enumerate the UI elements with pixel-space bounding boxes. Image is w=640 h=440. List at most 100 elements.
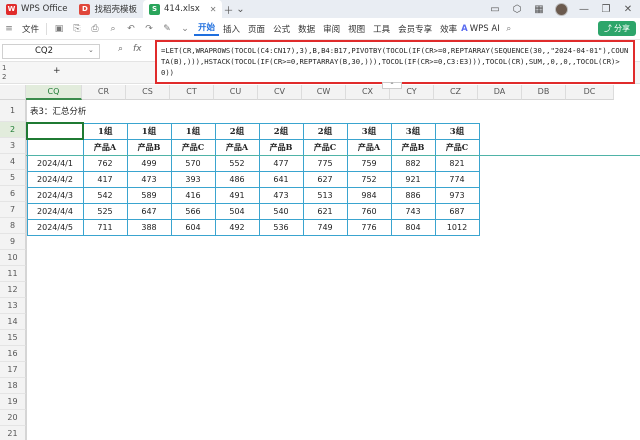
export-icon[interactable]: ⎘ xyxy=(70,22,84,36)
table-cell[interactable]: 621 xyxy=(302,202,348,220)
row-header-17[interactable]: 17 xyxy=(0,362,26,378)
table-cell[interactable]: 492 xyxy=(214,218,260,236)
menu-review[interactable]: 审阅 xyxy=(319,23,344,35)
row-header-13[interactable]: 13 xyxy=(0,298,26,314)
table-cell[interactable]: 3组 xyxy=(434,122,480,140)
tab-wps-office[interactable]: W WPS Office xyxy=(0,0,73,18)
search-icon[interactable]: ⌕ xyxy=(502,22,516,36)
column-header-db[interactable]: DB xyxy=(522,85,566,100)
table-cell[interactable]: 775 xyxy=(302,154,348,172)
table-cell[interactable]: 产品C xyxy=(302,138,348,156)
table-cell[interactable]: 752 xyxy=(346,170,392,188)
menu-data[interactable]: 数据 xyxy=(294,23,319,35)
row-header-12[interactable]: 12 xyxy=(0,282,26,298)
table-cell[interactable]: 886 xyxy=(390,186,436,204)
active-cell[interactable] xyxy=(26,122,84,140)
table-cell[interactable]: 525 xyxy=(82,202,128,220)
wps-ai-button[interactable]: A WPS AI xyxy=(461,24,500,34)
share-button[interactable]: ⤴ 分享 xyxy=(598,21,636,36)
name-box[interactable]: CQ2 xyxy=(2,44,100,59)
menu-insert[interactable]: 插入 xyxy=(219,23,244,35)
table-cell[interactable]: 2组 xyxy=(214,122,260,140)
table-cell[interactable]: 2024/4/4 xyxy=(26,202,84,220)
column-header-ct[interactable]: CT xyxy=(170,85,214,100)
outline-level-1[interactable]: 1 xyxy=(2,64,6,72)
tablet-icon[interactable]: ▭ xyxy=(489,4,501,15)
table-cell[interactable]: 762 xyxy=(82,154,128,172)
skin-icon[interactable]: ⬡ xyxy=(511,4,523,15)
format-painter-icon[interactable]: ✎ xyxy=(160,22,174,36)
collapse-formula-icon[interactable]: ⌃ xyxy=(382,82,402,89)
table-cell[interactable]: 473 xyxy=(126,170,172,188)
table-cell[interactable]: 1组 xyxy=(82,122,128,140)
column-header-da[interactable]: DA xyxy=(478,85,522,100)
table-cell[interactable]: 486 xyxy=(214,170,260,188)
table-cell[interactable]: 711 xyxy=(82,218,128,236)
column-header-dc[interactable]: DC xyxy=(566,85,614,100)
table-cell[interactable]: 产品A xyxy=(82,138,128,156)
menu-formula[interactable]: 公式 xyxy=(269,23,294,35)
table-cell[interactable]: 473 xyxy=(258,186,304,204)
table-cell[interactable]: 647 xyxy=(126,202,172,220)
table-cell[interactable]: 2024/4/2 xyxy=(26,170,84,188)
close-tab-icon[interactable]: ✕ xyxy=(210,5,217,14)
table-cell[interactable]: 416 xyxy=(170,186,216,204)
expand-group-icon[interactable]: + xyxy=(53,66,61,76)
table-cell[interactable]: 776 xyxy=(346,218,392,236)
row-header-10[interactable]: 10 xyxy=(0,250,26,266)
row-header-21[interactable]: 21 xyxy=(0,426,26,440)
menu-member[interactable]: 会员专享 xyxy=(394,23,436,35)
table-cell[interactable]: 504 xyxy=(214,202,260,220)
table-cell[interactable]: 759 xyxy=(346,154,392,172)
table-cell[interactable]: 499 xyxy=(126,154,172,172)
table-cell[interactable]: 589 xyxy=(126,186,172,204)
column-header-cw[interactable]: CW xyxy=(302,85,346,100)
table-cell[interactable]: 2组 xyxy=(258,122,304,140)
table-cell[interactable]: 566 xyxy=(170,202,216,220)
chevron-down-icon[interactable]: ⌄ xyxy=(178,22,192,36)
redo-icon[interactable]: ↷ xyxy=(142,22,156,36)
table-cell[interactable]: 627 xyxy=(302,170,348,188)
table-cell[interactable]: 产品B xyxy=(390,138,436,156)
table-cell[interactable]: 2024/4/3 xyxy=(26,186,84,204)
table-cell[interactable]: 882 xyxy=(390,154,436,172)
row-header-15[interactable]: 15 xyxy=(0,330,26,346)
table-cell[interactable]: 749 xyxy=(302,218,348,236)
avatar[interactable] xyxy=(555,2,568,16)
table-cell[interactable]: 393 xyxy=(170,170,216,188)
zoom-icon[interactable]: ⌕ xyxy=(118,44,123,54)
maximize-icon[interactable]: ❐ xyxy=(600,4,612,15)
row-header-8[interactable]: 8 xyxy=(0,218,26,234)
row-header-2[interactable]: 2 xyxy=(0,122,26,138)
tab-docer[interactable]: D 找稻壳模板 xyxy=(73,0,143,18)
table-cell[interactable]: 产品C xyxy=(434,138,480,156)
table-cell[interactable]: 536 xyxy=(258,218,304,236)
table-cell[interactable]: 产品A xyxy=(346,138,392,156)
table-cell[interactable]: 产品A xyxy=(214,138,260,156)
column-header-cu[interactable]: CU xyxy=(214,85,258,100)
tab-workbook[interactable]: S 414.xlsx ✕ xyxy=(142,0,223,18)
fx-icon[interactable]: fx xyxy=(133,44,142,54)
column-header-cs[interactable]: CS xyxy=(126,85,170,100)
table-cell[interactable] xyxy=(26,138,84,156)
row-header-16[interactable]: 16 xyxy=(0,346,26,362)
table-cell[interactable]: 产品B xyxy=(126,138,172,156)
formula-input[interactable]: =LET(CR,WRAPROWS(TOCOL(C4:CN17),3),B,B4:… xyxy=(155,40,635,84)
row-header-18[interactable]: 18 xyxy=(0,378,26,394)
table-cell[interactable]: 2组 xyxy=(302,122,348,140)
table-cell[interactable]: 1组 xyxy=(126,122,172,140)
table-cell[interactable]: 2024/4/1 xyxy=(26,154,84,172)
menu-view[interactable]: 视图 xyxy=(344,23,369,35)
table-cell[interactable]: 477 xyxy=(258,154,304,172)
table-cell[interactable]: 604 xyxy=(170,218,216,236)
table-cell[interactable]: 540 xyxy=(258,202,304,220)
table-cell[interactable]: 641 xyxy=(258,170,304,188)
menu-tools[interactable]: 工具 xyxy=(369,23,394,35)
menu-file[interactable]: 文件 xyxy=(18,23,43,35)
table-cell[interactable]: 417 xyxy=(82,170,128,188)
chevron-down-icon[interactable]: ⌄ xyxy=(88,46,94,54)
menu-page[interactable]: 页面 xyxy=(244,23,269,35)
row-header-11[interactable]: 11 xyxy=(0,266,26,282)
chevron-down-icon[interactable]: ⌄ xyxy=(234,4,246,15)
table-cell[interactable]: 774 xyxy=(434,170,480,188)
